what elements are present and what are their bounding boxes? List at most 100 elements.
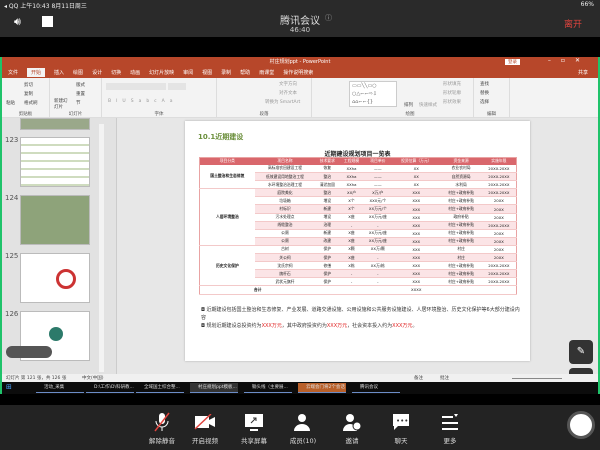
leave-button[interactable]: 离开 (564, 17, 582, 30)
tell-me-search[interactable]: 操作说明搜索 (283, 69, 313, 76)
find-button[interactable]: 查找 (480, 81, 489, 87)
slide-thumbnail-pane[interactable]: 123 124 125 126 (2, 118, 117, 374)
taskbar-item[interactable]: 全域国土综合整... (136, 383, 184, 393)
tab-design[interactable]: 设计 (92, 69, 102, 76)
copy-button[interactable]: 复制 (24, 91, 33, 97)
invite-label: 邀请 (345, 437, 359, 445)
members-button[interactable]: 成员(10) (278, 409, 328, 445)
slide-canvas[interactable]: 10.1近期建设 近期建设规划项目一览表 项目分类 项目名称 技术要求 工程规模 项目单… (185, 121, 530, 361)
table-cell: 村庄+政府补贴 (440, 237, 482, 246)
tab-animations[interactable]: 动画 (130, 69, 140, 76)
thumbnail-scrollbar[interactable] (99, 124, 104, 372)
column-header: 项目分类 (199, 157, 255, 165)
table-cell: - (339, 277, 364, 287)
clipboard-label: 剪贴板 (18, 112, 33, 117)
shape-effects-button[interactable]: 形状效果 (443, 99, 461, 105)
assistive-touch-button[interactable] (567, 411, 595, 439)
start-video-button[interactable]: 开启视频 (180, 409, 230, 445)
slide-thumbnail[interactable] (20, 137, 90, 187)
tab-rainclass[interactable]: 雨课堂 (259, 69, 274, 76)
format-painter-button[interactable]: 格式刷 (24, 100, 38, 106)
smartart-button[interactable]: 转换为 SmartArt (265, 99, 300, 105)
taskbar-item[interactable]: 活动_采集 (36, 383, 84, 393)
table-cell: 水环境整治治理工程 (254, 180, 316, 190)
slide-number: 123 (5, 136, 19, 144)
select-button[interactable]: 选择 (480, 99, 489, 105)
table-cell: 村庄+政府补贴 (440, 261, 482, 271)
chat-label: 聊天 (394, 437, 408, 445)
font-size-select[interactable] (168, 83, 186, 90)
window-controls[interactable]: –▫✕ (548, 57, 590, 64)
table-cell: 村庄+政府补贴 (440, 269, 482, 279)
shapes-gallery[interactable]: ▭▭╲╲▭○ ○△⌐⌐⇨⇩ ⌂⌂⌐⌐{} (349, 81, 397, 107)
comments-button[interactable]: 批注 (440, 375, 449, 381)
taskbar-item[interactable]: 腾讯会议 (352, 383, 400, 393)
layout-button[interactable]: 版式 (76, 82, 85, 88)
table-cell: X座 (339, 213, 364, 222)
shape-outline-button[interactable]: 形状轮廓 (443, 90, 461, 96)
meeting-toolbar: 解除静音 开启视频 共享屏幕 成员(10) 邀请 ••• 聊天 更多 (0, 405, 600, 450)
paste-button[interactable]: 粘贴 (6, 100, 15, 106)
table-cell: 武状元旗杆 (254, 277, 316, 287)
editing-label: 编辑 (487, 112, 496, 117)
font-name-select[interactable] (106, 83, 166, 90)
table-cell: X座 (339, 229, 364, 238)
tab-home[interactable]: 开始 (27, 68, 46, 77)
more-button[interactable]: 更多 (425, 409, 475, 445)
replace-button[interactable]: 替换 (480, 90, 489, 96)
tab-review[interactable]: 审阅 (183, 69, 193, 76)
annotate-button[interactable]: ✎ (569, 340, 593, 364)
taskbar-item[interactable]: 锄头线（主要展... (244, 383, 292, 393)
slide-number: 126 (5, 310, 19, 318)
table-cell: 村庄+政府补贴 (440, 277, 482, 287)
share-button[interactable]: 共享 (578, 69, 588, 76)
share-screen-button[interactable]: 共享屏幕 (229, 409, 279, 445)
table-cell: - (363, 269, 393, 279)
tab-draw[interactable]: 绘图 (73, 69, 83, 76)
table-cell: 垃圾箱 (254, 196, 316, 206)
reset-button[interactable]: 重置 (76, 91, 85, 97)
slide-notes: ◘ 近期建设包括国土整治和生态修复、产业发展、道路交通设施、公用设施和公共服务设… (201, 306, 521, 330)
meeting-title[interactable]: 腾讯会议 (0, 12, 600, 27)
more-icon (425, 409, 475, 435)
table-cell: 修缮 (315, 261, 340, 271)
invite-button[interactable]: 邀请 (327, 409, 377, 445)
table-cell: 治理 (315, 221, 340, 230)
text-direction-button[interactable]: 文字方向 (279, 81, 297, 87)
taskbar-item[interactable]: 村庄规划ppt模板... (190, 383, 238, 393)
more-label: 更多 (443, 437, 457, 445)
taskbar-item[interactable]: 云端会门将2个会话 (298, 383, 346, 393)
total-investment: XXX万元 (261, 323, 282, 329)
notes-button[interactable]: 备注 (414, 375, 423, 381)
floating-tools[interactable] (6, 346, 52, 358)
login-button[interactable]: 登录 (505, 59, 520, 65)
table-cell: 清淤加固 (315, 180, 340, 190)
tab-help[interactable]: 帮助 (240, 69, 250, 76)
language[interactable]: 中文(中国) (82, 375, 104, 381)
tab-record[interactable]: 录制 (221, 69, 231, 76)
zoom-slider[interactable] (512, 378, 562, 379)
quick-styles-button[interactable]: 快速样式 (419, 102, 437, 108)
chat-button[interactable]: ••• 聊天 (376, 409, 426, 445)
tab-view[interactable]: 视图 (202, 69, 212, 76)
chat-icon: ••• (376, 409, 426, 435)
tab-slideshow[interactable]: 幻灯片放映 (149, 69, 174, 76)
align-text-button[interactable]: 对齐文本 (279, 90, 297, 96)
arrange-button[interactable]: 排列 (404, 102, 413, 108)
slide-thumbnail[interactable] (20, 195, 90, 245)
taskbar-item[interactable]: D:\工作\D\科研教... (86, 383, 134, 393)
ribbon-tabs: 文件 开始 插入 绘图 设计 切换 动画 幻灯片放映 审阅 视图 录制 帮助 雨… (2, 67, 598, 78)
table-cell: X个 (339, 204, 364, 214)
slide-thumbnail[interactable] (20, 118, 90, 130)
info-icon[interactable]: ⓘ (325, 13, 332, 23)
tab-file[interactable]: 文件 (8, 69, 18, 76)
shape-fill-button[interactable]: 形状填充 (443, 81, 461, 87)
tab-insert[interactable]: 插入 (54, 69, 64, 76)
section-button[interactable]: 节 (76, 100, 81, 106)
cut-button[interactable]: 剪切 (24, 82, 33, 88)
windows-start-icon[interactable]: ⊞ (6, 383, 12, 391)
slide-thumbnail[interactable] (20, 253, 90, 303)
tab-transitions[interactable]: 切换 (111, 69, 121, 76)
new-slide-button[interactable]: 新建幻灯片 (54, 98, 70, 110)
table-cell: 沈氏宗祠 (254, 261, 316, 271)
